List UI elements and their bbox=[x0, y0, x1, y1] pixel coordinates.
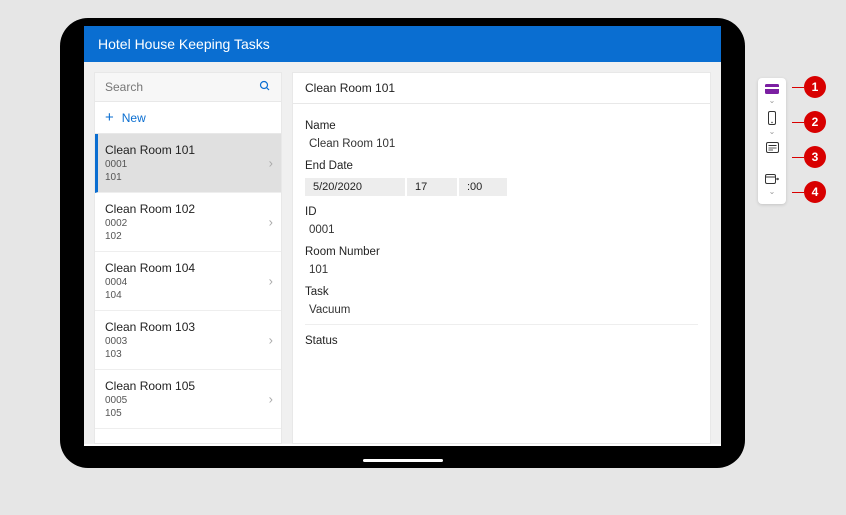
app-title: Hotel House Keeping Tasks bbox=[98, 36, 270, 52]
list-item-id: 0003 bbox=[105, 336, 271, 347]
chevron-right-icon: › bbox=[269, 392, 273, 407]
list-item-id: 0005 bbox=[105, 395, 271, 406]
list-item-title: Clean Room 103 bbox=[105, 320, 271, 334]
form-icon[interactable] bbox=[766, 141, 779, 154]
list-item-room: 102 bbox=[105, 231, 271, 242]
new-button[interactable]: + New bbox=[94, 102, 282, 134]
callout-4: 4 bbox=[792, 181, 826, 203]
value-name: Clean Room 101 bbox=[305, 138, 698, 150]
callout-line bbox=[792, 192, 804, 193]
callout-line bbox=[792, 122, 804, 123]
list-item-room: 105 bbox=[105, 408, 271, 419]
separator bbox=[305, 324, 698, 325]
list-item-room: 101 bbox=[105, 172, 271, 183]
callout-badge: 4 bbox=[804, 181, 826, 203]
callout-line bbox=[792, 157, 804, 158]
task-list[interactable]: Clean Room 1010001101›Clean Room 1020002… bbox=[94, 134, 282, 444]
chevron-right-icon: › bbox=[269, 274, 273, 289]
list-item[interactable]: Clean Room 101 0001 101› bbox=[95, 134, 281, 193]
tablet-frame: Hotel House Keeping Tasks Search + New C… bbox=[60, 18, 745, 468]
calendar-icon[interactable] bbox=[765, 172, 779, 186]
search-input[interactable]: Search bbox=[94, 72, 282, 102]
chevron-right-icon: › bbox=[269, 156, 273, 171]
card-icon[interactable] bbox=[765, 83, 779, 95]
list-item-title: Clean Room 101 bbox=[105, 143, 271, 157]
chevron-down-icon[interactable]: ⌄ bbox=[769, 126, 776, 137]
callout-badge: 1 bbox=[804, 76, 826, 98]
label-room: Room Number bbox=[305, 246, 698, 258]
label-task: Task bbox=[305, 286, 698, 298]
value-task: Vacuum bbox=[305, 304, 698, 316]
list-item-room: 104 bbox=[105, 290, 271, 301]
left-pane: Search + New Clean Room 1010001101›Clean… bbox=[94, 72, 282, 444]
detail-heading: Clean Room 101 bbox=[292, 72, 711, 104]
list-item[interactable]: Clean Room 104 0004 104› bbox=[95, 252, 281, 311]
app-body: Search + New Clean Room 1010001101›Clean… bbox=[84, 62, 721, 444]
list-item-title: Clean Room 102 bbox=[105, 202, 271, 216]
chevron-down-icon[interactable]: ⌄ bbox=[769, 186, 776, 197]
label-name: Name bbox=[305, 120, 698, 132]
chevron-right-icon: › bbox=[269, 333, 273, 348]
detail-heading-text: Clean Room 101 bbox=[305, 81, 395, 95]
end-date-hour[interactable]: 17 bbox=[407, 178, 457, 196]
list-item-title: Clean Room 105 bbox=[105, 379, 271, 393]
end-date-row: 5/20/2020 17 :00 bbox=[305, 178, 698, 196]
new-label: New bbox=[122, 111, 146, 125]
callout-badge: 2 bbox=[804, 111, 826, 133]
app-screen: Hotel House Keeping Tasks Search + New C… bbox=[84, 26, 721, 446]
list-item-title: Clean Room 104 bbox=[105, 261, 271, 275]
label-end-date: End Date bbox=[305, 160, 698, 172]
chevron-down-icon[interactable]: ⌄ bbox=[769, 95, 776, 106]
callout-1: 1 bbox=[792, 76, 826, 98]
detail-pane: Clean Room 101 Name Clean Room 101 End D… bbox=[292, 72, 711, 444]
callout-badge: 3 bbox=[804, 146, 826, 168]
list-item-id: 0004 bbox=[105, 277, 271, 288]
callouts: 1 2 3 4 bbox=[792, 76, 826, 216]
value-room: 101 bbox=[305, 264, 698, 276]
callout-2: 2 bbox=[792, 111, 826, 133]
list-item-room: 103 bbox=[105, 349, 271, 360]
list-item-id: 0002 bbox=[105, 218, 271, 229]
plus-icon: + bbox=[105, 109, 114, 126]
callout-line bbox=[792, 87, 804, 88]
home-indicator bbox=[363, 459, 443, 462]
label-id: ID bbox=[305, 206, 698, 218]
side-toolbar: ⌄ ⌄ ⌄ bbox=[758, 78, 786, 204]
search-placeholder: Search bbox=[105, 80, 143, 94]
list-item[interactable]: Clean Room 102 0002 102› bbox=[95, 193, 281, 252]
search-icon[interactable] bbox=[259, 80, 271, 95]
list-item[interactable]: Clean Room 103 0003 103› bbox=[95, 311, 281, 370]
chevron-right-icon: › bbox=[269, 215, 273, 230]
label-status: Status bbox=[305, 335, 698, 347]
app-header: Hotel House Keeping Tasks bbox=[84, 26, 721, 62]
value-id: 0001 bbox=[305, 224, 698, 236]
detail-body: Name Clean Room 101 End Date 5/20/2020 1… bbox=[292, 104, 711, 444]
end-date-min[interactable]: :00 bbox=[459, 178, 507, 196]
callout-3: 3 bbox=[792, 146, 826, 168]
end-date-date[interactable]: 5/20/2020 bbox=[305, 178, 405, 196]
list-item[interactable]: Clean Room 105 0005 105› bbox=[95, 370, 281, 429]
phone-icon[interactable] bbox=[767, 110, 777, 126]
list-item-id: 0001 bbox=[105, 159, 271, 170]
